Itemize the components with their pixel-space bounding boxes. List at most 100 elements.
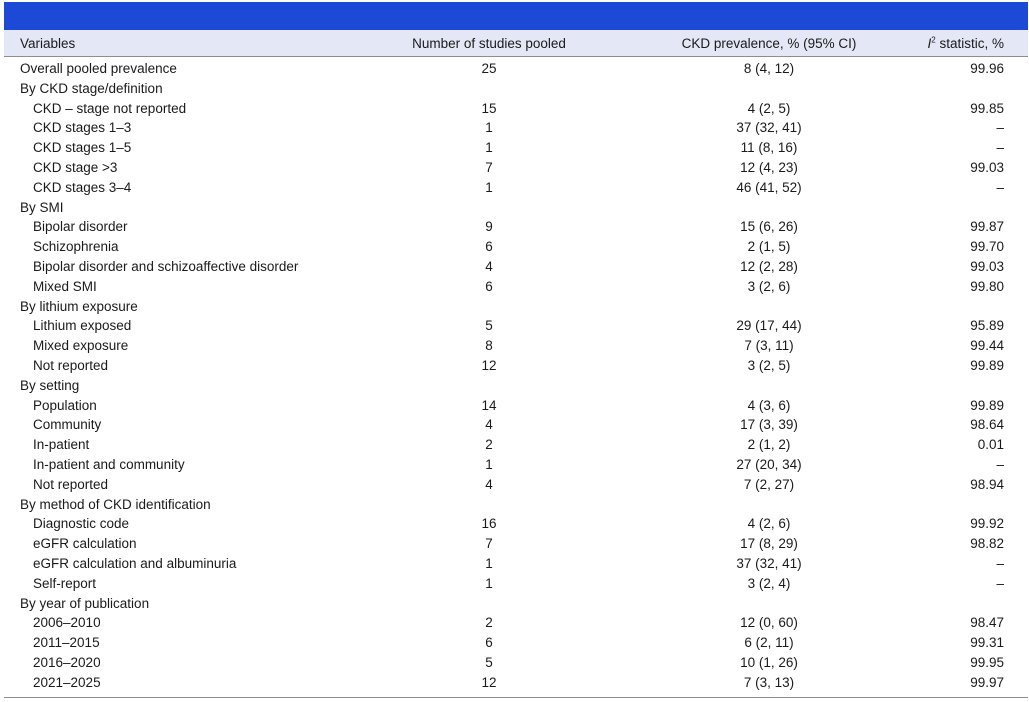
cell-ckd-prevalence: 29 (17, 44) (736, 318, 802, 334)
cell-variable: In-patient and community (33, 457, 185, 472)
cell-variable: Overall pooled prevalence (20, 61, 177, 76)
cell-i2-statistic: 99.95 (970, 655, 1004, 670)
table-row: CKD stages 3–4 1 46 (41, 52) – (4, 178, 1028, 198)
cell-variable: CKD – stage not reported (33, 100, 187, 116)
table-row: Diagnostic code 16 4 (2, 6) 99.92 (4, 514, 1028, 534)
cell-i2-statistic: 98.94 (970, 476, 1004, 492)
table-row: 2006–2010 2 12 (0, 60) 98.47 (4, 613, 1028, 633)
table-row: Bipolar disorder 9 15 (6, 26) 99.87 (4, 217, 1028, 237)
cell-variable: Not reported (33, 358, 109, 373)
cell-variable: By lithium exposure (20, 298, 138, 314)
table-row: CKD stages 1–5 1 11 (8, 16) – (4, 138, 1028, 158)
cell-variable: Not reported (33, 476, 109, 492)
header-i2-statistic: I2 statistic, % (928, 30, 1004, 58)
cell-variable: CKD stages 1–5 (33, 140, 132, 156)
cell-i2-statistic: 98.47 (970, 615, 1004, 631)
cell-variable: Diagnostic code (33, 516, 130, 532)
cell-variable: In-patient (33, 437, 90, 453)
cell-ckd-prevalence: 3 (2, 5) (747, 358, 791, 373)
cell-ckd-prevalence: 12 (0, 60) (740, 615, 798, 631)
cell-i2-statistic: 99.92 (970, 516, 1004, 532)
cell-variable: By setting (20, 377, 80, 393)
cell-variable: 2011–2015 (33, 635, 100, 651)
cell-ckd-prevalence: 17 (8, 29) (740, 536, 798, 552)
cell-variable: 2016–2020 (33, 655, 101, 670)
table-row: Lithium exposed 5 29 (17, 44) 95.89 (4, 316, 1028, 336)
cell-variable: Population (33, 397, 97, 413)
table-group-row: By SMI (4, 198, 1028, 218)
cell-ckd-prevalence: 2 (1, 5) (747, 239, 791, 255)
cell-variable: eGFR calculation (33, 536, 137, 552)
cell-variable: By SMI (20, 199, 64, 215)
table-row: Mixed exposure 8 7 (3, 11) 99.44 (4, 336, 1028, 356)
cell-i2-statistic: 99.96 (970, 61, 1004, 76)
cell-ckd-prevalence: 4 (2, 6) (747, 516, 791, 532)
cell-variable: Community (33, 417, 102, 433)
table-figure: Variables Number of studies pooled CKD p… (0, 0, 1029, 702)
cell-variable: CKD stages 1–3 (33, 120, 132, 136)
table-row: 2016–2020 5 10 (1, 26) 99.95 (4, 653, 1028, 673)
cell-i2-statistic: 99.89 (970, 358, 1004, 373)
cell-variable: By CKD stage/definition (20, 80, 163, 96)
cell-ckd-prevalence: 15 (6, 26) (740, 219, 798, 235)
table-row: CKD stages 1–3 1 37 (32, 41) – (4, 118, 1028, 138)
cell-ckd-prevalence: 27 (20, 34) (736, 457, 802, 472)
cell-ckd-prevalence: 37 (32, 41) (736, 556, 802, 571)
cell-ckd-prevalence: 46 (41, 52) (736, 179, 802, 195)
cell-ckd-prevalence: 8 (4, 12) (743, 61, 795, 76)
table-row: Overall pooled prevalence 25 8 (4, 12) 99.9… (4, 59, 1028, 79)
cell-variable: Lithium exposed (33, 318, 132, 334)
cell-variable: eGFR calculation and albuminuria (33, 556, 237, 571)
cell-ckd-prevalence: 4 (3, 6) (747, 397, 791, 413)
cell-i2-statistic: 99.85 (970, 100, 1004, 116)
cell-ckd-prevalence: 6 (2, 11) (744, 635, 794, 651)
table-row: Schizophrenia 6 2 (1, 5) 99.70 (4, 237, 1028, 257)
cell-ckd-prevalence: 3 (2, 4) (747, 575, 791, 591)
table-group-row: By CKD stage/definition (4, 79, 1028, 99)
table-header-row: Variables Number of studies pooled CKD p… (4, 30, 1028, 57)
table-row: Bipolar disorder and schizoaffective dis… (4, 257, 1028, 277)
cell-ckd-prevalence: 12 (2, 28) (740, 259, 798, 274)
cell-variable: By year of publication (20, 595, 150, 611)
table-row: Not reported 4 7 (2, 27) 98.94 (4, 475, 1028, 495)
table-row: Mixed SMI 6 3 (2, 6) 99.80 (4, 277, 1028, 297)
cell-variable: 2006–2010 (33, 615, 101, 631)
cell-i2-statistic: 99.44 (970, 338, 1004, 354)
cell-variable: CKD stage >3 (33, 160, 118, 175)
cell-i2-statistic: 0.01 (977, 437, 1004, 453)
table-row: Self-report 1 3 (2, 4) – (4, 574, 1028, 594)
header-variables: Variables (20, 36, 76, 51)
table-group-row: By lithium exposure (4, 297, 1028, 317)
cell-i2-statistic: 99.97 (970, 674, 1004, 690)
table-row: In-patient and community 1 27 (20, 34) – (4, 455, 1028, 475)
cell-variable: Schizophrenia (33, 239, 119, 255)
cell-i2-statistic: 99.03 (970, 259, 1004, 274)
cell-ckd-prevalence: 10 (1, 26) (740, 655, 798, 670)
cell-i2-statistic: 99.87 (970, 219, 1004, 235)
table-row: eGFR calculation and albuminuria 1 37 (32,… (4, 554, 1028, 574)
cell-variable: 2021–2025 (33, 674, 101, 690)
cell-ckd-prevalence: 3 (2, 6) (747, 278, 791, 294)
cell-i2-statistic: – (996, 457, 1004, 472)
cell-i2-statistic: – (996, 120, 1004, 136)
table-group-row: By year of publication (4, 594, 1028, 614)
cell-ckd-prevalence: 7 (3, 11) (744, 338, 794, 354)
cell-i2-statistic: 98.64 (970, 417, 1004, 433)
table-bottom-rule (4, 697, 1028, 698)
header-ckd-prevalence: CKD prevalence, % (95% CI) (681, 36, 857, 51)
header-i2-rest: statistic, % (935, 36, 1004, 51)
cell-ckd-prevalence: 2 (1, 2) (747, 437, 791, 453)
cell-i2-statistic: – (996, 575, 1004, 591)
table-row: Community 4 17 (3, 39) 98.64 (4, 415, 1028, 435)
cell-i2-statistic: – (996, 556, 1004, 571)
cell-variable: Mixed exposure (33, 338, 129, 354)
table-row: CKD stage >3 7 12 (4, 23) 99.03 (4, 158, 1028, 178)
cell-ckd-prevalence: 17 (3, 39) (740, 417, 798, 433)
table-group-row: By method of CKD identification (4, 495, 1028, 515)
cell-variable: Mixed SMI (33, 278, 97, 294)
cell-i2-statistic: 99.03 (970, 160, 1004, 175)
table-row: 2021–2025 12 7 (3, 13) 99.97 (4, 673, 1028, 693)
table-row: Not reported 12 3 (2, 5) 99.89 (4, 356, 1028, 376)
cell-i2-statistic: – (996, 179, 1004, 195)
table-row: Population 14 4 (3, 6) 99.89 (4, 396, 1028, 416)
